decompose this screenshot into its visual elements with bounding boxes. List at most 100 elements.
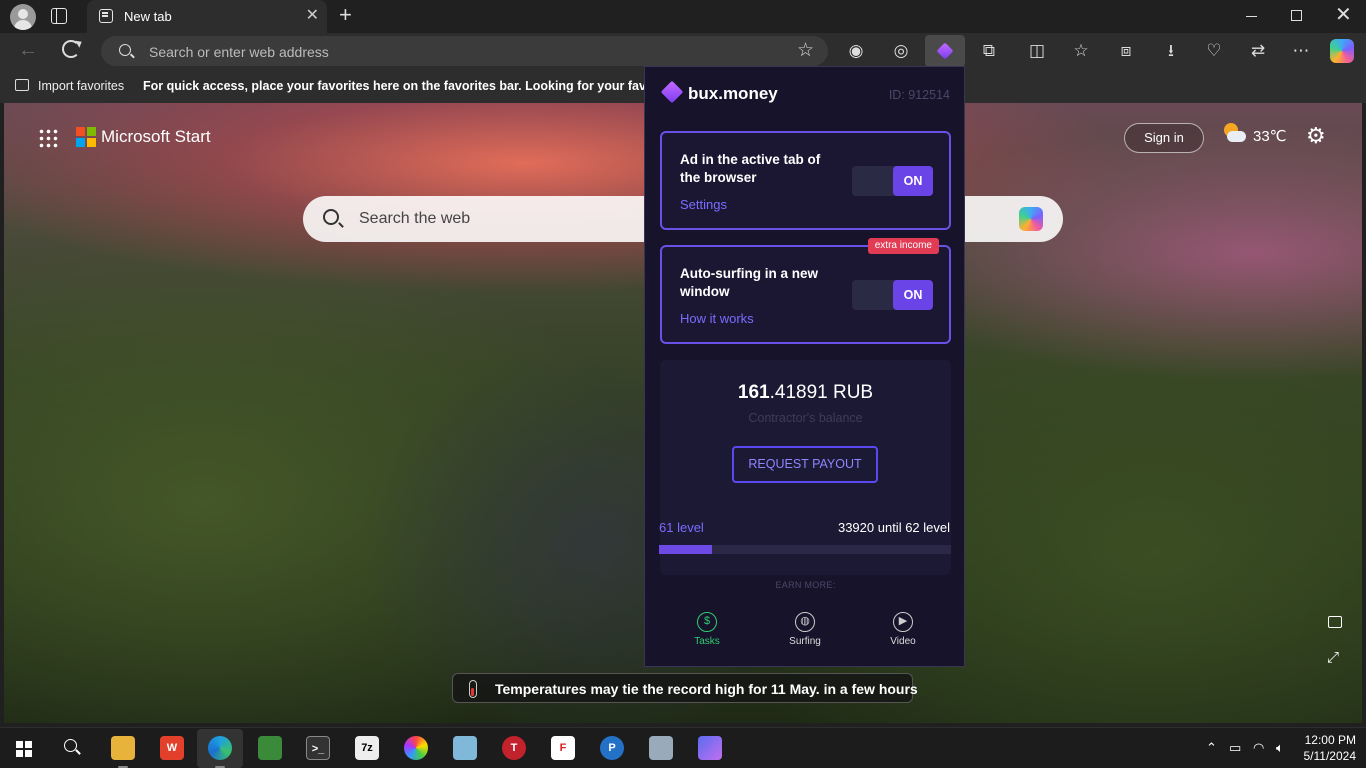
- surfing-label: Surfing: [789, 636, 821, 647]
- ad-active-tab-toggle[interactable]: ON: [852, 166, 933, 196]
- taskbar-search-icon[interactable]: [64, 739, 77, 752]
- microsoft-start-title: Microsoft Start: [101, 127, 211, 146]
- profile-avatar-icon[interactable]: [10, 4, 36, 30]
- sign-in-button[interactable]: Sign in: [1124, 123, 1204, 153]
- bux-money-popup: bux.money ID: 912514 Ad in the active ta…: [644, 66, 965, 667]
- apps-grid-icon[interactable]: [38, 128, 58, 148]
- mountain-app-icon[interactable]: [698, 736, 722, 760]
- next-level: 33920 until 62 level: [837, 520, 950, 535]
- copilot-icon[interactable]: [1019, 207, 1043, 231]
- import-icon: [15, 79, 29, 91]
- toggle-state: ON: [893, 280, 933, 310]
- collections-icon[interactable]: ⧈: [1113, 38, 1139, 64]
- tasks-button[interactable]: $ Tasks: [672, 612, 742, 647]
- temperature[interactable]: 33℃: [1253, 127, 1287, 145]
- ad-active-tab-card: Ad in the active tab of the browser Sett…: [660, 131, 951, 230]
- downloads-icon[interactable]: ⭳: [1158, 38, 1184, 64]
- how-it-works-link[interactable]: How it works: [680, 311, 754, 326]
- level-progress-fill: [659, 545, 712, 554]
- storage-app-icon[interactable]: [453, 736, 477, 760]
- surfing-button[interactable]: ◍ Surfing: [770, 612, 840, 647]
- show-hidden-icons-chevron-icon[interactable]: ⌃: [1206, 740, 1217, 756]
- tab-close-button[interactable]: ✕: [306, 7, 319, 25]
- microsoft-logo-icon: [76, 127, 96, 147]
- extensions-puzzle-icon[interactable]: ⧉: [976, 38, 1002, 64]
- tab-new-tab[interactable]: New tab ✕: [87, 0, 327, 33]
- notepad-plus-icon[interactable]: [258, 736, 282, 760]
- partly-cloudy-icon[interactable]: [1222, 123, 1246, 145]
- wifi-icon[interactable]: ◠: [1253, 740, 1264, 756]
- taskbar: W >_ 7z T F P ⌃ ▭ ◠ 🔈︎ 12:00 PM 5/11/202…: [0, 727, 1366, 768]
- settings-app-icon[interactable]: [649, 736, 673, 760]
- play-icon: ▶: [893, 612, 913, 632]
- refresh-button[interactable]: [62, 40, 80, 58]
- balance-integer: 161: [737, 382, 770, 403]
- balance-amount: 161.41891 RUB: [660, 382, 951, 404]
- web-search-placeholder: Search the web: [359, 210, 471, 227]
- windows-start-icon[interactable]: [16, 741, 32, 757]
- split-screen-icon[interactable]: ◫: [1024, 38, 1050, 64]
- extension-color-icon[interactable]: ◉: [843, 38, 869, 64]
- balance-panel: 161.41891 RUB Contractor's balance REQUE…: [660, 360, 951, 575]
- minimize-button[interactable]: [1246, 16, 1257, 17]
- share-icon[interactable]: ⇄: [1245, 38, 1271, 64]
- address-placeholder: Search or enter web address: [149, 44, 329, 60]
- video-button[interactable]: ▶ Video: [868, 612, 938, 647]
- settings-link[interactable]: Settings: [680, 197, 727, 212]
- thermometer-icon: [469, 680, 477, 698]
- dollar-icon: $: [697, 612, 717, 632]
- tab-title: New tab: [124, 9, 172, 24]
- current-level: 61 level: [659, 520, 704, 535]
- favorite-star-icon[interactable]: ☆: [797, 39, 814, 62]
- t-app-icon[interactable]: T: [502, 736, 526, 760]
- extension-glasses-icon[interactable]: ◎: [888, 38, 914, 64]
- more-menu-icon[interactable]: ⋯: [1288, 38, 1314, 64]
- request-payout-button[interactable]: REQUEST PAYOUT: [732, 446, 878, 483]
- favorites-hint: For quick access, place your favorites h…: [143, 79, 701, 93]
- favorites-icon[interactable]: ☆: [1068, 38, 1094, 64]
- bux-money-extension-button[interactable]: [925, 35, 965, 67]
- level-progress-bar: [659, 545, 951, 554]
- expand-icon[interactable]: ⤢: [1327, 649, 1339, 666]
- clock[interactable]: 12:00 PM 5/11/2024: [1304, 732, 1357, 764]
- toggle-state: ON: [893, 166, 933, 196]
- title-bar: New tab ✕ + ✕: [0, 0, 1366, 33]
- auto-surfing-card: extra income Auto-surfing in a new windo…: [660, 238, 951, 344]
- balance-fraction: .41891 RUB: [769, 382, 874, 403]
- window-close-button[interactable]: ✕: [1335, 4, 1352, 26]
- user-id: ID: 912514: [888, 88, 950, 102]
- back-button[interactable]: ←: [18, 39, 38, 62]
- date: 5/11/2024: [1303, 749, 1357, 763]
- image-info-icon[interactable]: [1328, 616, 1342, 628]
- bux-money-icon: [936, 42, 954, 60]
- search-icon: [119, 44, 131, 56]
- bux-money-brand: bux.money: [688, 84, 778, 103]
- address-bar[interactable]: Search or enter web address ☆: [101, 36, 828, 66]
- p-app-icon[interactable]: P: [600, 736, 624, 760]
- browser-essentials-icon[interactable]: ♡: [1201, 38, 1227, 64]
- news-headline: Temperatures may tie the record high for…: [495, 681, 918, 697]
- tab-actions-icon[interactable]: [51, 8, 67, 24]
- wps-office-icon[interactable]: W: [160, 736, 184, 760]
- bux-money-logo-icon: [661, 84, 683, 102]
- auto-surfing-toggle[interactable]: ON: [852, 280, 933, 310]
- gear-icon[interactable]: ⚙: [1306, 124, 1326, 148]
- news-headline-pill[interactable]: Temperatures may tie the record high for…: [452, 673, 918, 703]
- time: 12:00 PM: [1304, 733, 1356, 747]
- colorful-app-icon[interactable]: [404, 736, 428, 760]
- maximize-button[interactable]: [1291, 10, 1302, 21]
- red-document-app-icon[interactable]: F: [551, 736, 575, 760]
- video-label: Video: [890, 636, 916, 647]
- earn-more-heading: EARN MORE:: [775, 580, 836, 590]
- volume-icon[interactable]: 🔈︎: [1276, 740, 1284, 756]
- terminal-icon[interactable]: >_: [306, 736, 330, 760]
- import-favorites-link[interactable]: Import favorites: [38, 79, 124, 93]
- new-tab-button[interactable]: +: [339, 2, 352, 28]
- copilot-icon[interactable]: [1330, 39, 1354, 63]
- search-icon: [323, 209, 339, 225]
- edge-browser-icon[interactable]: [208, 736, 232, 768]
- tasks-label: Tasks: [694, 636, 720, 647]
- file-explorer-icon[interactable]: [111, 736, 135, 768]
- 7zip-icon[interactable]: 7z: [355, 736, 379, 760]
- battery-icon[interactable]: ▭: [1229, 740, 1241, 756]
